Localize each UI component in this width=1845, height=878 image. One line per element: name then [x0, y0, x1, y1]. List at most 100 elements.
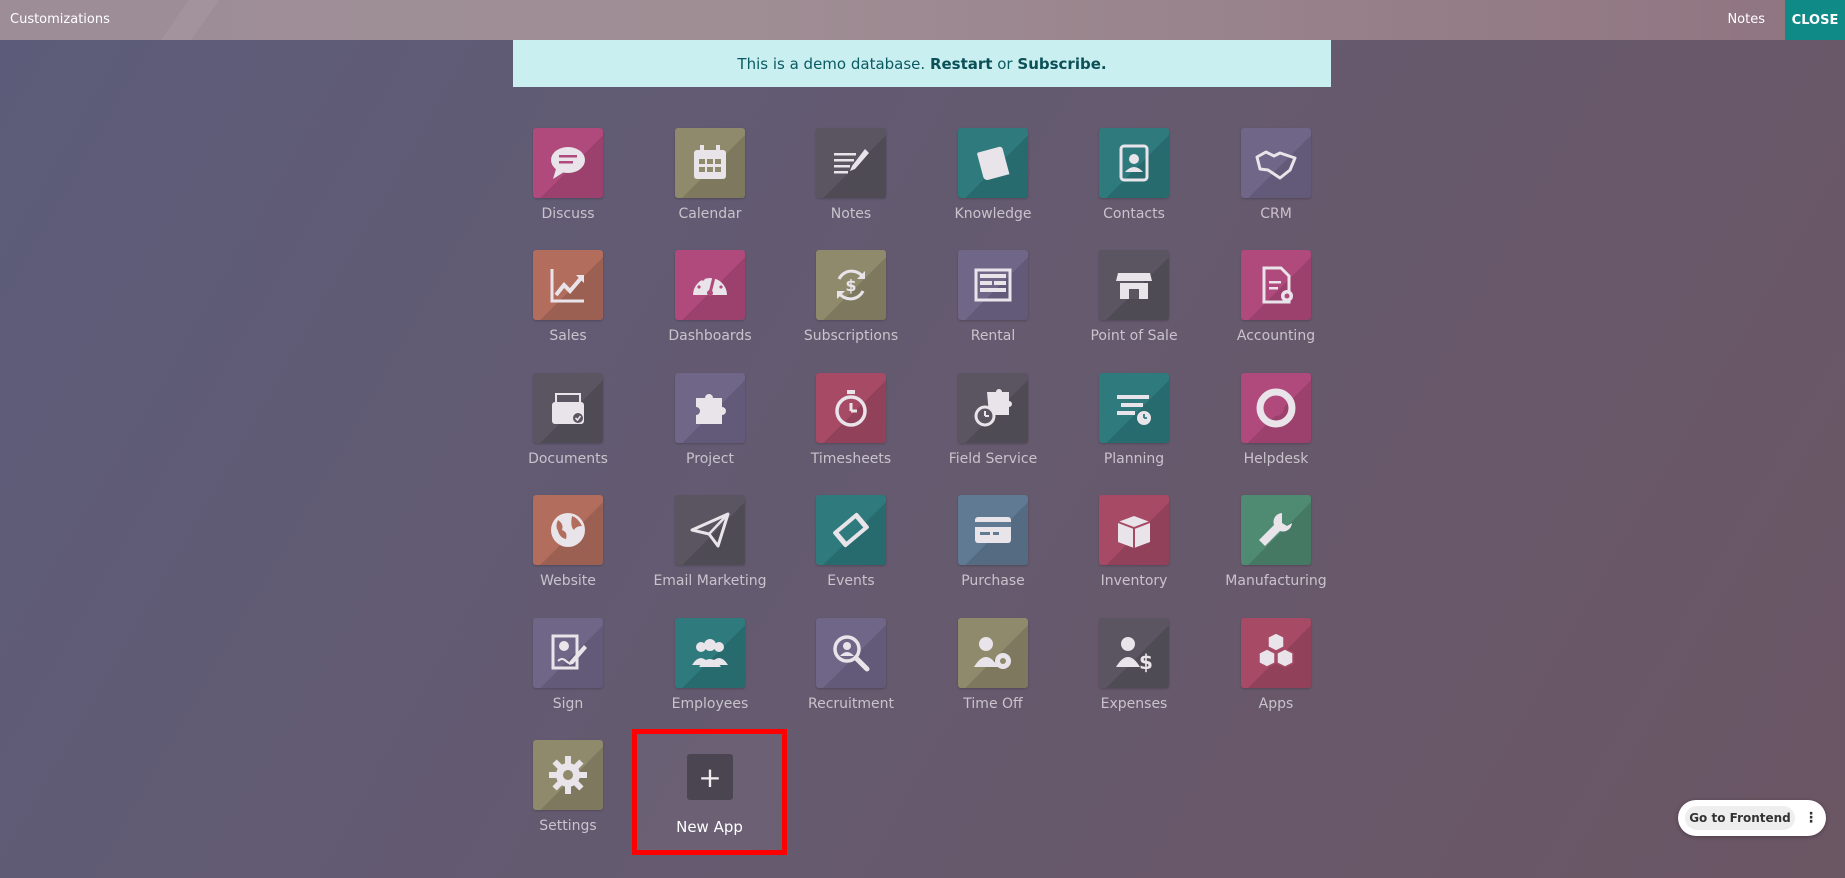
app-tile-recruitment[interactable]: Recruitment [780, 618, 922, 728]
gauge-icon [675, 250, 745, 320]
app-label: Accounting [1236, 328, 1316, 344]
svg-text:$: $ [845, 276, 856, 295]
app-tile-inventory[interactable]: Inventory [1063, 495, 1205, 605]
restart-link[interactable]: Restart [930, 55, 993, 73]
notes-link[interactable]: Notes [1727, 12, 1765, 27]
demo-banner: This is a demo database. Restart or Subs… [513, 40, 1331, 87]
invoice-gear-icon [1241, 250, 1311, 320]
book-icon [958, 128, 1028, 198]
app-label: Sales [549, 328, 587, 344]
app-label: Settings [539, 818, 597, 834]
wrench-icon [1241, 495, 1311, 565]
app-tile-employees[interactable]: Employees [639, 618, 781, 728]
more-options-icon[interactable]: ⋮ [1800, 806, 1822, 830]
app-label: Events [827, 573, 875, 589]
app-label: Subscriptions [803, 328, 899, 344]
app-label: Expenses [1100, 696, 1168, 712]
app-tile-subscriptions[interactable]: $ Subscriptions [780, 250, 922, 360]
page-title: Customizations [10, 12, 110, 27]
app-label: Helpdesk [1243, 451, 1309, 467]
app-tile-settings[interactable]: Settings [497, 740, 639, 850]
document-tray-icon [533, 373, 603, 443]
app-label: Knowledge [954, 206, 1032, 222]
app-label: Project [686, 451, 734, 467]
app-tile-contacts[interactable]: Contacts [1063, 128, 1205, 238]
app-tile-sign[interactable]: Sign [497, 618, 639, 728]
app-label: Rental [970, 328, 1016, 344]
app-tile-discuss[interactable]: Discuss [497, 128, 639, 238]
lifebuoy-icon [1241, 373, 1311, 443]
app-label: Dashboards [668, 328, 752, 344]
stopwatch-icon [816, 373, 886, 443]
new-app-button[interactable]: + New App [632, 729, 787, 855]
app-tile-email-marketing[interactable]: Email Marketing [639, 495, 781, 605]
go-to-frontend-button[interactable]: Go to Frontend [1685, 806, 1795, 830]
chart-trend-icon [533, 250, 603, 320]
app-tile-planning[interactable]: Planning [1063, 373, 1205, 483]
sign-document-icon [533, 618, 603, 688]
new-app-label: New App [676, 818, 743, 836]
app-tile-calendar[interactable]: Calendar [639, 128, 781, 238]
app-label: Calendar [678, 206, 742, 222]
app-label: Discuss [541, 206, 595, 222]
app-tile-apps[interactable]: Apps [1205, 618, 1347, 728]
app-tile-website[interactable]: Website [497, 495, 639, 605]
app-tile-point-of-sale[interactable]: Point of Sale [1063, 250, 1205, 360]
app-label: Sign [552, 696, 584, 712]
banner-or: or [997, 54, 1013, 73]
app-tile-expenses[interactable]: $ Expenses [1063, 618, 1205, 728]
puzzle-clock-icon [958, 373, 1028, 443]
app-tile-timesheets[interactable]: Timesheets [780, 373, 922, 483]
app-label: Website [540, 573, 596, 589]
frontend-switch: Go to Frontend ⋮ [1678, 800, 1826, 836]
app-tile-helpdesk[interactable]: Helpdesk [1205, 373, 1347, 483]
app-label: Purchase [961, 573, 1025, 589]
app-label: Email Marketing [653, 573, 767, 589]
recurring-dollar-icon: $ [816, 250, 886, 320]
app-label: Timesheets [810, 451, 892, 467]
app-label: Employees [671, 696, 749, 712]
puzzle-icon [675, 373, 745, 443]
app-tile-accounting[interactable]: Accounting [1205, 250, 1347, 360]
app-tile-sales[interactable]: Sales [497, 250, 639, 360]
plus-icon: + [687, 754, 733, 800]
notes-icon [816, 128, 886, 198]
people-icon [675, 618, 745, 688]
calendar-icon [675, 128, 745, 198]
subscribe-link[interactable]: Subscribe. [1017, 55, 1106, 73]
app-label: Notes [830, 206, 872, 222]
app-tile-purchase[interactable]: Purchase [922, 495, 1064, 605]
app-tile-notes[interactable]: Notes [780, 128, 922, 238]
app-label: Contacts [1103, 206, 1165, 222]
app-tile-events[interactable]: Events [780, 495, 922, 605]
cubes-icon [1241, 618, 1311, 688]
close-button[interactable]: CLOSE [1785, 0, 1845, 40]
topbar-decoration [160, 0, 220, 40]
svg-text:$: $ [1139, 650, 1153, 674]
box-icon [1099, 495, 1169, 565]
person-dollar-icon: $ [1099, 618, 1169, 688]
app-label: Inventory [1100, 573, 1168, 589]
banner-text: This is a demo database. [737, 54, 926, 73]
app-tile-project[interactable]: Project [639, 373, 781, 483]
app-tile-dashboards[interactable]: Dashboards [639, 250, 781, 360]
app-tile-documents[interactable]: Documents [497, 373, 639, 483]
app-tile-field-service[interactable]: Field Service [922, 373, 1064, 483]
app-label: Recruitment [807, 696, 895, 712]
app-label: CRM [1260, 206, 1292, 222]
credit-card-icon [958, 495, 1028, 565]
app-tile-knowledge[interactable]: Knowledge [922, 128, 1064, 238]
address-book-icon [1099, 128, 1169, 198]
planning-lines-icon [1099, 373, 1169, 443]
app-tile-time-off[interactable]: Time Off [922, 618, 1064, 728]
app-label: Apps [1258, 696, 1294, 712]
shop-icon [1099, 250, 1169, 320]
gear-icon [533, 740, 603, 810]
paper-plane-icon [675, 495, 745, 565]
app-tile-manufacturing[interactable]: Manufacturing [1205, 495, 1347, 605]
top-bar: Customizations Notes CLOSE [0, 0, 1845, 40]
app-tile-rental[interactable]: Rental [922, 250, 1064, 360]
app-label: Field Service [948, 451, 1038, 467]
app-tile-crm[interactable]: CRM [1205, 128, 1347, 238]
person-gear-icon [958, 618, 1028, 688]
